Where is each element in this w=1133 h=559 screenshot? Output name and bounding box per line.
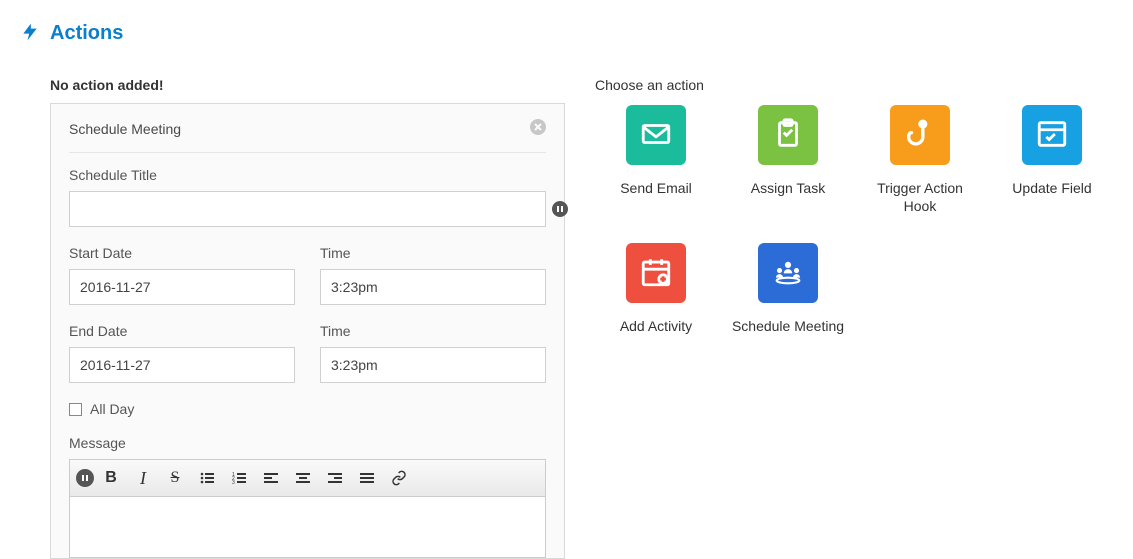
end-time-input[interactable]	[320, 347, 546, 383]
align-right-icon[interactable]	[320, 464, 350, 492]
svg-text:3: 3	[232, 480, 235, 486]
ordered-list-icon[interactable]: 123	[224, 464, 254, 492]
align-left-icon[interactable]	[256, 464, 286, 492]
action-tiles: Send Email Assign Task	[595, 105, 1113, 336]
italic-icon[interactable]: I	[128, 464, 158, 492]
assign-task-tile[interactable]	[758, 105, 818, 165]
strikethrough-icon[interactable]: S	[160, 464, 190, 492]
hook-icon	[903, 117, 937, 154]
all-day-checkbox[interactable]	[69, 403, 82, 416]
schedule-title-input[interactable]	[69, 191, 546, 227]
bold-icon[interactable]: B	[96, 464, 126, 492]
bolt-icon	[20, 20, 40, 47]
end-time-label: Time	[320, 323, 546, 339]
update-field-label: Update Field	[991, 179, 1113, 197]
end-date-input[interactable]	[69, 347, 295, 383]
unordered-list-icon[interactable]	[192, 464, 222, 492]
add-activity-label: Add Activity	[595, 317, 717, 335]
message-textarea[interactable]	[70, 497, 545, 557]
trigger-hook-tile[interactable]	[890, 105, 950, 165]
add-activity-tile[interactable]	[626, 243, 686, 303]
start-time-label: Time	[320, 245, 546, 261]
end-date-label: End Date	[69, 323, 295, 339]
assign-task-label: Assign Task	[727, 179, 849, 197]
card-title: Schedule Meeting	[69, 121, 181, 137]
send-email-tile[interactable]	[626, 105, 686, 165]
page-title: Actions	[50, 22, 123, 45]
close-icon[interactable]	[530, 119, 546, 138]
all-day-label: All Day	[90, 401, 134, 417]
schedule-title-label: Schedule Title	[69, 167, 546, 183]
schedule-meeting-card: Schedule Meeting Schedule Title Start Da…	[50, 103, 565, 559]
choose-action-label: Choose an action	[595, 77, 1113, 93]
align-center-icon[interactable]	[288, 464, 318, 492]
clipboard-icon	[771, 117, 805, 154]
message-editor: B I S 123	[69, 459, 546, 558]
meeting-icon	[771, 255, 805, 292]
merge-tag-icon[interactable]	[552, 201, 568, 217]
link-icon[interactable]	[384, 464, 414, 492]
trigger-hook-label: Trigger Action Hook	[859, 179, 981, 215]
schedule-meeting-tile[interactable]	[758, 243, 818, 303]
start-date-input[interactable]	[69, 269, 295, 305]
message-label: Message	[69, 435, 546, 451]
browser-window-icon	[1035, 117, 1069, 154]
editor-merge-tag-icon[interactable]	[76, 469, 94, 487]
editor-toolbar: B I S 123	[70, 460, 545, 497]
start-date-label: Start Date	[69, 245, 295, 261]
update-field-tile[interactable]	[1022, 105, 1082, 165]
send-email-label: Send Email	[595, 179, 717, 197]
calendar-plus-icon	[639, 255, 673, 292]
schedule-meeting-label: Schedule Meeting	[727, 317, 849, 335]
start-time-input[interactable]	[320, 269, 546, 305]
align-justify-icon[interactable]	[352, 464, 382, 492]
envelope-icon	[639, 117, 673, 154]
no-action-text: No action added!	[50, 77, 565, 93]
page-header: Actions	[20, 20, 1113, 47]
